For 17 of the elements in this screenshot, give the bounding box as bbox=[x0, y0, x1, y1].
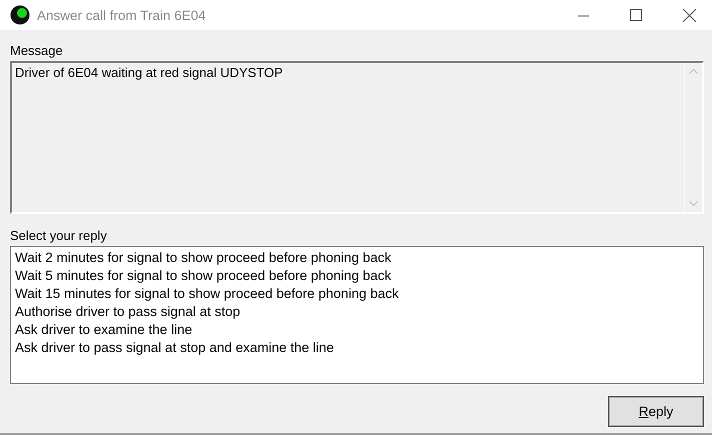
reply-option[interactable]: Wait 15 minutes for signal to show proceed before phoning back bbox=[15, 285, 699, 303]
maximize-icon bbox=[630, 9, 642, 21]
reply-option[interactable]: Wait 2 minutes for signal to show proceed before phoning back bbox=[15, 249, 699, 267]
message-label: Message bbox=[10, 43, 64, 59]
scroll-down-icon[interactable] bbox=[689, 201, 698, 206]
reply-button[interactable]: Reply bbox=[608, 396, 704, 427]
window-title: Answer call from Train 6E04 bbox=[37, 8, 207, 22]
reply-list-label: Select your reply bbox=[10, 228, 108, 244]
signal-icon bbox=[10, 5, 30, 25]
reply-option[interactable]: Wait 5 minutes for signal to show proceed before phoning back bbox=[15, 267, 699, 285]
reply-option[interactable]: Ask driver to examine the line bbox=[15, 321, 699, 339]
message-text: Driver of 6E04 waiting at red signal UDYSTOP bbox=[14, 64, 284, 82]
reply-option[interactable]: Ask driver to pass signal at stop and examine the line bbox=[15, 339, 699, 357]
reply-option[interactable]: Authorise driver to pass signal at stop bbox=[15, 303, 699, 321]
reply-list[interactable] bbox=[10, 246, 704, 384]
close-icon bbox=[682, 8, 696, 22]
scroll-up-icon[interactable] bbox=[689, 69, 698, 74]
